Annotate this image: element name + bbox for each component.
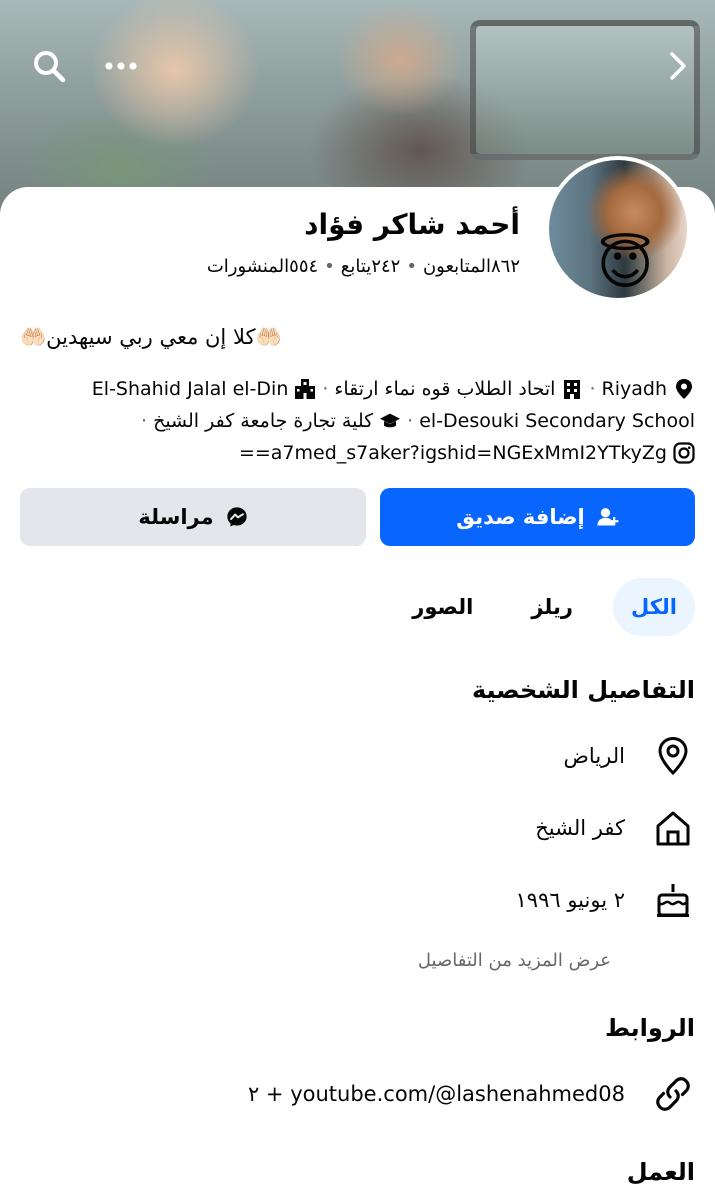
intro-line-1: Riyadh · اتحاد الطلاب قوه نماء ارتقاء · … <box>92 378 695 400</box>
profile-avatar[interactable]: 😇 <box>545 156 691 302</box>
tab-all[interactable]: الكل <box>612 578 695 636</box>
intro-line-3: a7med_s7aker?igshid=NGExMmI2YTkyZg== <box>239 442 695 464</box>
following-count[interactable]: ٢٤٢يتابع <box>341 256 401 277</box>
company-icon <box>294 378 316 400</box>
see-more-details-link[interactable]: عرض المزيد من التفاصيل <box>418 950 611 971</box>
stats-separator: • <box>406 256 417 277</box>
links-section-title: الروابط <box>604 1014 695 1042</box>
birthday-cake-icon <box>651 878 695 922</box>
details-section-title: التفاصيل الشخصية <box>471 676 695 704</box>
intro-separator: · <box>322 378 329 400</box>
intro-work-2[interactable]: El-Shahid Jalal el-Din <box>92 378 289 400</box>
link-icon <box>651 1072 695 1116</box>
profile-stats: ٨٦٢المتابعون • ٢٤٢يتابع • ٥٥٤المنشورات <box>207 256 520 277</box>
add-friend-label: إضافة صديق <box>456 505 585 529</box>
profile-name: أحمد شاكر فؤاد <box>304 208 520 241</box>
intro-college[interactable]: كلية تجارة جامعة كفر الشيخ <box>153 410 373 432</box>
add-friend-icon <box>597 506 619 528</box>
graduation-cap-icon <box>379 410 401 432</box>
location-pin-icon <box>673 378 695 400</box>
intro-separator: · <box>589 378 596 400</box>
tab-reels[interactable]: ريلز <box>513 578 591 636</box>
search-icon[interactable] <box>28 45 70 87</box>
intro-separator: · <box>141 410 148 432</box>
intro-separator: · <box>407 410 414 432</box>
detail-row-from[interactable]: كفر الشيخ <box>535 806 695 850</box>
detail-from: كفر الشيخ <box>535 816 625 840</box>
detail-row-birthday[interactable]: ٢ يونيو ١٩٩٦ <box>516 878 695 922</box>
tab-photos[interactable]: الصور <box>394 578 491 636</box>
followers-count[interactable]: ٨٦٢المتابعون <box>423 256 520 277</box>
stats-separator: • <box>324 256 335 277</box>
avatar-status-emoji: 😇 <box>597 233 654 296</box>
cover-photo-window <box>470 20 700 160</box>
message-label: مراسلة <box>138 505 214 529</box>
intro-instagram-link[interactable]: a7med_s7aker?igshid=NGExMmI2YTkyZg== <box>239 442 667 464</box>
avatar-photo: 😇 <box>549 160 687 298</box>
link-row-youtube[interactable]: ٢ + youtube.com/@lashenahmed08 <box>248 1072 695 1116</box>
profile-bio: 🤲🏻كلا إن معي ربي سيهدين🤲🏻 <box>20 325 282 349</box>
add-friend-button[interactable]: إضافة صديق <box>380 488 695 546</box>
message-button[interactable]: مراسلة <box>20 488 366 546</box>
home-icon <box>651 806 695 850</box>
intro-work-1[interactable]: اتحاد الطلاب قوه نماء ارتقاء <box>334 378 555 400</box>
detail-birthday: ٢ يونيو ١٩٩٦ <box>515 888 625 912</box>
link-youtube: ٢ + youtube.com/@lashenahmed08 <box>248 1082 625 1106</box>
more-horizontal-icon[interactable] <box>100 45 142 87</box>
chevron-right-icon[interactable] <box>663 45 693 87</box>
intro-location[interactable]: Riyadh <box>602 378 667 400</box>
intro-line-2: el-Desouki Secondary School · كلية تجارة… <box>141 410 695 432</box>
location-pin-icon <box>651 734 695 778</box>
detail-lives-in: الرياض <box>563 744 625 768</box>
intro-school[interactable]: el-Desouki Secondary School <box>419 410 695 432</box>
link-extra-count[interactable]: ٢ + <box>248 1082 284 1106</box>
instagram-icon <box>673 442 695 464</box>
link-primary-url[interactable]: youtube.com/@lashenahmed08 <box>290 1082 625 1106</box>
profile-tabs: الكل ريلز الصور <box>394 578 695 636</box>
building-icon <box>561 378 583 400</box>
detail-row-lives-in[interactable]: الرياض <box>564 734 695 778</box>
work-section-title: العمل <box>626 1158 695 1186</box>
posts-count[interactable]: ٥٥٤المنشورات <box>207 256 318 277</box>
messenger-icon <box>226 506 248 528</box>
